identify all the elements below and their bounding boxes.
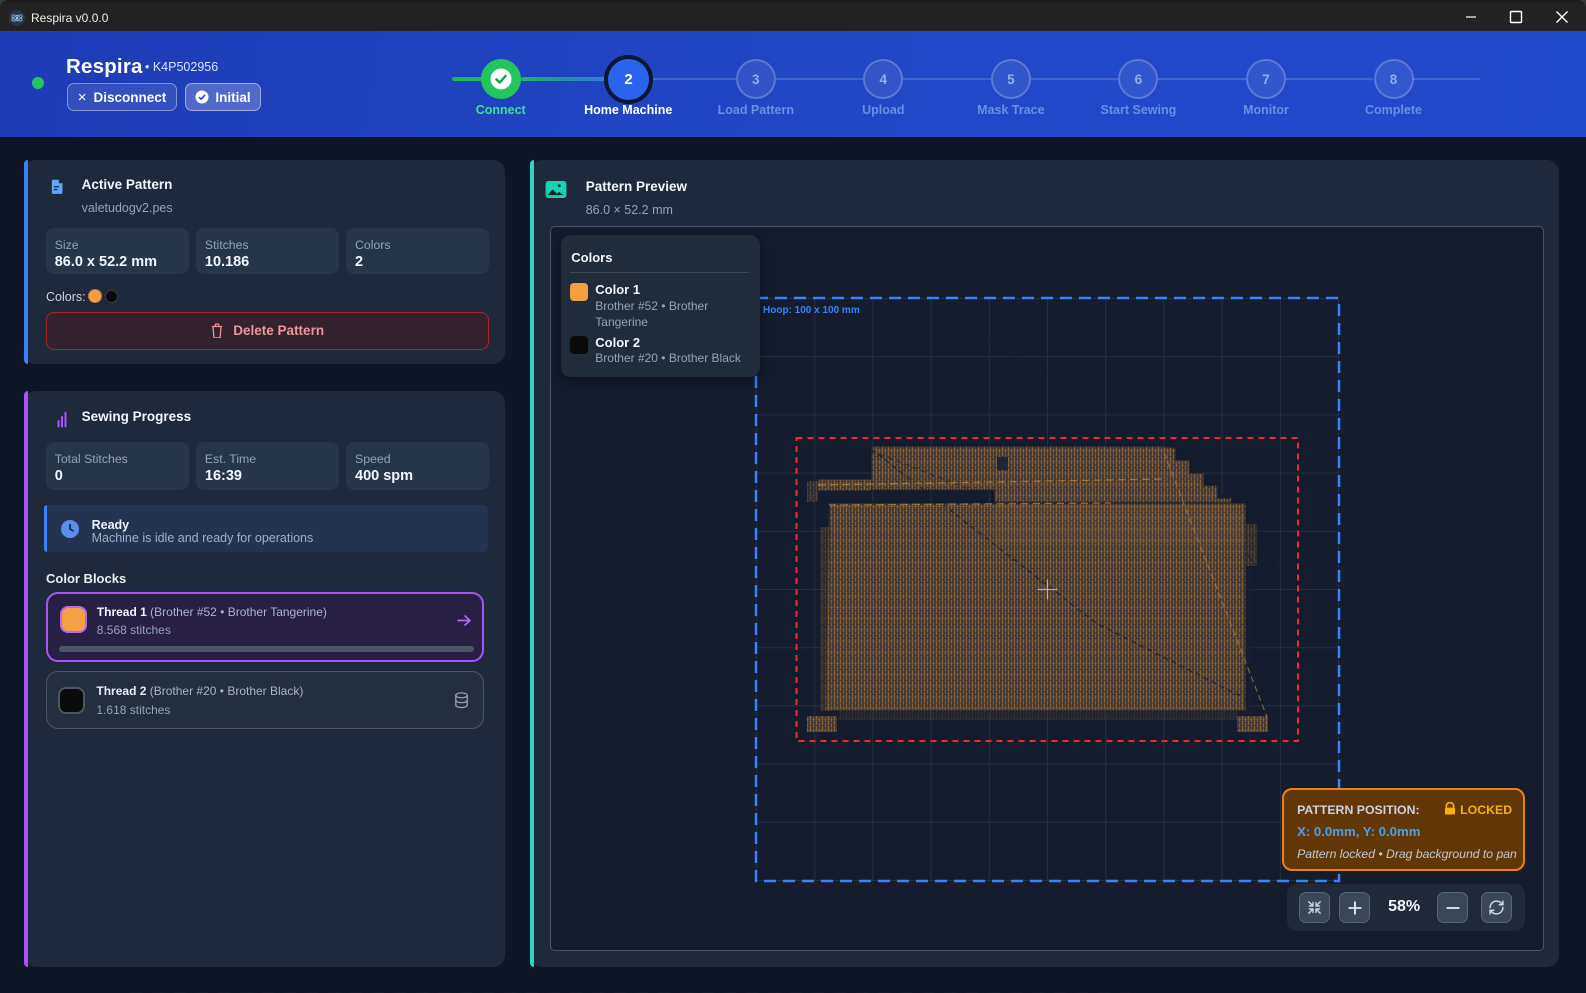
- svg-text:Hoop: 100 x 100 mm: Hoop: 100 x 100 mm: [763, 305, 860, 316]
